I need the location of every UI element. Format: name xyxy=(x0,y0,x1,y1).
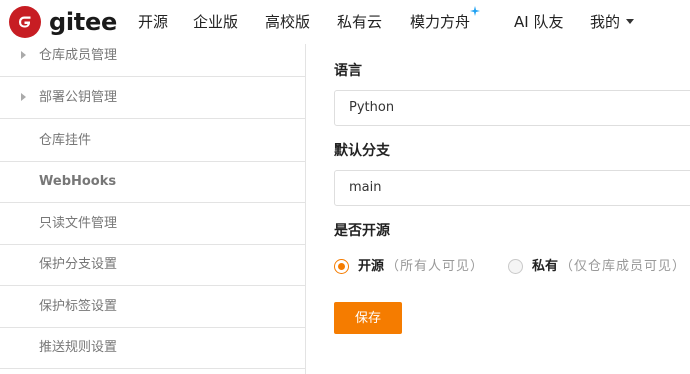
radio-private-hint: （仅仓库成员可见） xyxy=(560,259,687,274)
sidebar-item-webhooks[interactable]: WebHooks xyxy=(0,162,305,203)
sidebar-item-protected-tags[interactable]: 保护标签设置 xyxy=(0,287,305,328)
nav-open-source[interactable]: 开源 xyxy=(138,12,168,32)
sidebar-item-label: 保护标签设置 xyxy=(39,299,118,314)
caret-right-icon xyxy=(21,93,26,101)
radio-open-source-hint: （所有人可见） xyxy=(386,259,485,274)
nav-mine-label: 我的 xyxy=(590,13,621,31)
sidebar-item-repo-members[interactable]: 仓库成员管理 xyxy=(0,36,305,77)
nav-private-cloud[interactable]: 私有云 xyxy=(337,12,382,32)
radio-open-source-label[interactable]: 开源 xyxy=(358,257,384,277)
radio-private-label[interactable]: 私有 xyxy=(532,257,558,277)
sidebar-item-label: 仓库成员管理 xyxy=(39,48,118,63)
default-branch-label: 默认分支 xyxy=(334,143,390,159)
caret-right-icon xyxy=(21,51,26,59)
sidebar-item-label: 只读文件管理 xyxy=(39,216,118,231)
gitee-logo[interactable]: gitee xyxy=(9,5,117,39)
nav-enterprise[interactable]: 企业版 xyxy=(193,12,238,32)
sidebar-item-label: 仓库挂件 xyxy=(39,133,92,148)
nav-mine-dropdown[interactable]: 我的 xyxy=(590,12,635,32)
sidebar-item-label: WebHooks xyxy=(39,174,117,189)
logo-text: gitee xyxy=(49,8,117,36)
nav-ai-teammate[interactable]: AI 队友 xyxy=(514,12,563,32)
radio-open-source[interactable] xyxy=(334,259,349,274)
sidebar-item-readonly-files[interactable]: 只读文件管理 xyxy=(0,204,305,245)
sidebar-item-repo-widgets[interactable]: 仓库挂件 xyxy=(0,121,305,162)
gitee-logo-icon xyxy=(9,6,41,38)
sidebar-item-label: 部署公钥管理 xyxy=(39,90,118,105)
radio-private[interactable] xyxy=(508,259,523,274)
sidebar-item-deploy-keys[interactable]: 部署公钥管理 xyxy=(0,78,305,119)
sidebar-item-label: 保护分支设置 xyxy=(39,257,118,272)
sidebar-item-label: 推送规则设置 xyxy=(39,340,118,355)
sparkle-icon xyxy=(470,6,481,16)
language-select[interactable]: Python xyxy=(334,90,690,126)
chevron-down-icon xyxy=(626,19,635,24)
default-branch-select[interactable]: main xyxy=(334,170,690,206)
nav-moli-fangzhou-label: 模力方舟 xyxy=(410,13,471,31)
sidebar-item-protected-branches[interactable]: 保护分支设置 xyxy=(0,245,305,286)
language-label: 语言 xyxy=(334,63,362,79)
save-button[interactable]: 保存 xyxy=(334,302,402,334)
sidebar-item-push-rules[interactable]: 推送规则设置 xyxy=(0,328,305,369)
nav-moli-fangzhou[interactable]: 模力方舟 xyxy=(410,6,481,32)
repo-settings-form: 语言 Python 默认分支 main 是否开源 开源 （所有人可见） 私有 （… xyxy=(306,44,690,374)
settings-sidebar: 仓库成员管理 部署公钥管理 仓库挂件 WebHooks 只读文件管理 保护分支设… xyxy=(0,44,306,374)
nav-education[interactable]: 高校版 xyxy=(265,12,310,32)
visibility-label: 是否开源 xyxy=(334,223,390,239)
